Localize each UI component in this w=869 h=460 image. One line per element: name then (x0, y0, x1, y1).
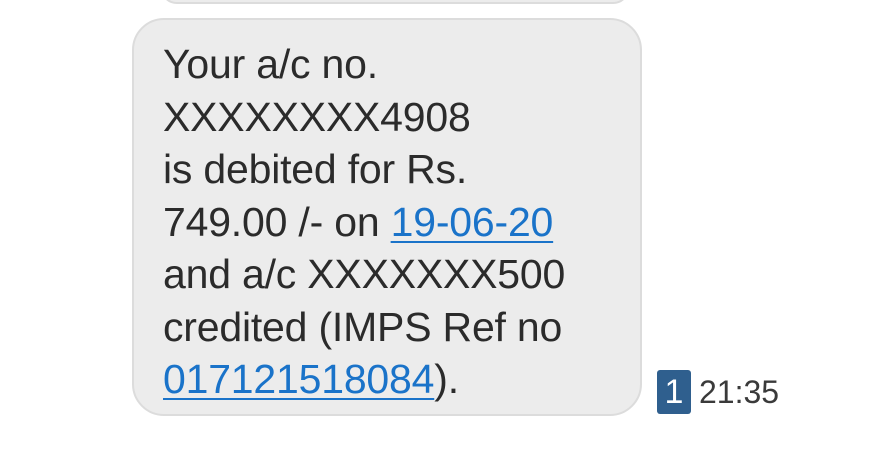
date-link[interactable]: 19-06-20 (391, 199, 554, 245)
message-line: credited (IMPS Ref no (163, 303, 563, 350)
message-timestamp: 21:35 (699, 374, 780, 410)
message-text: ). (434, 356, 459, 402)
previous-message-bubble[interactable] (160, 0, 630, 4)
message-line: XXXXXXXX4908 (163, 93, 471, 140)
message-bubble[interactable]: Your a/c no. XXXXXXXX4908 is debited for… (132, 18, 642, 416)
message-line: 017121518084). (163, 353, 640, 406)
reference-number-link[interactable]: 017121518084 (163, 356, 434, 402)
conversation-view: Your a/c no. XXXXXXXX4908 is debited for… (0, 0, 869, 460)
message-line: 749.00 /- on 19-06-20 (163, 196, 640, 249)
message-text: 749.00 /- on (163, 198, 391, 245)
message-line: Your a/c no. (163, 41, 378, 87)
message-meta: 1 21:35 (657, 370, 779, 414)
message-line: and a/c XXXXXXX500 (163, 251, 566, 297)
sim-1-icon: 1 (657, 370, 691, 414)
message-line: is debited for Rs. (163, 146, 468, 192)
